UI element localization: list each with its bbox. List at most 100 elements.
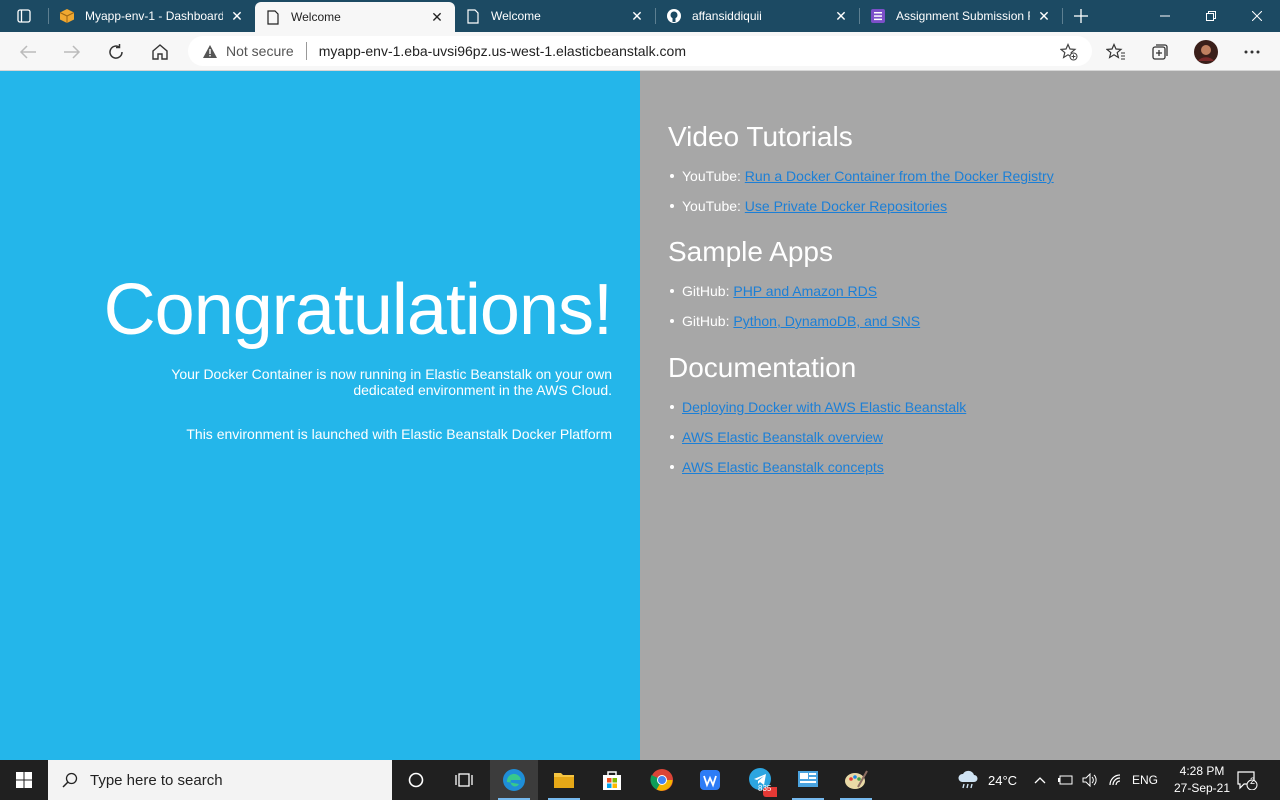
link-prefix: YouTube: [682, 198, 745, 214]
sample-app-link[interactable]: Python, DynamoDB, and SNS [733, 313, 920, 329]
refresh-button[interactable] [102, 38, 130, 66]
notification-center[interactable]: 2 [1236, 760, 1258, 800]
tab-welcome[interactable]: Welcome ✕ [455, 0, 655, 32]
list-item: Deploying Docker with AWS Elastic Beanst… [669, 399, 966, 429]
tab-github[interactable]: affansiddiquii ✕ [656, 0, 859, 32]
clock[interactable]: 4:28 PM 27-Sep-21 [1172, 763, 1232, 797]
favorites-button[interactable] [1102, 38, 1130, 66]
battery-icon [1058, 775, 1073, 785]
task-view-icon [455, 773, 473, 787]
link-prefix: YouTube: [682, 168, 745, 184]
avatar [1194, 40, 1218, 64]
new-tab-button[interactable] [1063, 0, 1099, 32]
forms-icon [870, 8, 886, 24]
taskbar-store[interactable] [588, 760, 636, 800]
back-button[interactable] [14, 38, 42, 66]
close-tab-icon[interactable]: ✕ [1036, 8, 1052, 24]
close-tab-icon[interactable]: ✕ [629, 8, 645, 24]
paint-icon [845, 770, 868, 789]
tutorial-link[interactable]: Run a Docker Container from the Docker R… [745, 168, 1054, 184]
tab-label: affansiddiquii [692, 9, 762, 23]
minimize-button[interactable] [1142, 0, 1188, 32]
url-text[interactable]: myapp-env-1.eba-uvsi96pz.us-west-1.elast… [319, 43, 686, 59]
security-status[interactable]: Not secure [226, 43, 294, 59]
documentation-link[interactable]: Deploying Docker with AWS Elastic Beanst… [682, 399, 966, 415]
more-icon [1244, 50, 1260, 54]
taskbar-edge[interactable] [490, 760, 538, 800]
sample-app-link[interactable]: PHP and Amazon RDS [733, 283, 877, 299]
documentation-list: Deploying Docker with AWS Elastic Beanst… [669, 399, 966, 489]
right-panel: Video Tutorials YouTube: Run a Docker Co… [640, 71, 1280, 760]
link-prefix: GitHub: [682, 313, 734, 329]
left-panel: Congratulations! Your Docker Container i… [0, 71, 640, 760]
close-tab-icon[interactable]: ✕ [229, 8, 245, 24]
home-button[interactable] [146, 38, 174, 66]
control-panel-icon [798, 771, 818, 787]
task-view-button[interactable] [440, 760, 488, 800]
list-item: YouTube: Run a Docker Container from the… [670, 168, 1054, 198]
close-tab-icon[interactable]: ✕ [833, 8, 849, 24]
weather-temp: 24°C [988, 772, 1018, 788]
link-prefix: GitHub: [682, 283, 734, 299]
restore-button[interactable] [1188, 0, 1234, 32]
taskbar-wps[interactable] [686, 760, 734, 800]
arrow-right-icon [64, 45, 81, 59]
documentation-link[interactable]: AWS Elastic Beanstalk overview [682, 429, 883, 445]
language-indicator[interactable]: ENG [1132, 760, 1158, 800]
taskbar-file-explorer[interactable] [540, 760, 588, 800]
section-title: Video Tutorials [668, 121, 853, 152]
list-item: AWS Elastic Beanstalk concepts [669, 459, 966, 489]
documentation-link[interactable]: AWS Elastic Beanstalk concepts [682, 459, 884, 475]
intro-paragraph: Your Docker Container is now running in … [171, 366, 612, 398]
taskbar-chrome[interactable] [638, 760, 686, 800]
start-button[interactable] [0, 760, 48, 800]
tab-label: Welcome [491, 9, 541, 23]
page-title: Congratulations! [103, 270, 613, 350]
settings-more-button[interactable] [1238, 38, 1266, 66]
tab-actions-button[interactable] [0, 0, 48, 32]
navigation-bar: Not secure myapp-env-1.eba-uvsi96pz.us-w… [0, 32, 1280, 71]
favorites-icon [1106, 43, 1125, 60]
rain-cloud-icon [958, 770, 978, 789]
section-title: Documentation [668, 352, 857, 383]
folder-icon [554, 773, 574, 788]
profile-button[interactable] [1192, 38, 1220, 66]
collections-icon [1152, 44, 1168, 60]
search-placeholder[interactable]: Type here to search [90, 772, 223, 789]
address-bar[interactable]: Not secure myapp-env-1.eba-uvsi96pz.us-w… [188, 36, 1092, 66]
arrow-left-icon [19, 45, 36, 59]
platform-paragraph: This environment is launched with Elasti… [186, 426, 612, 442]
show-hidden-icons[interactable] [1034, 760, 1046, 800]
close-tab-icon[interactable]: ✕ [429, 9, 445, 25]
warning-icon[interactable] [202, 43, 218, 59]
tutorial-link[interactable]: Use Private Docker Repositories [745, 198, 947, 214]
plus-icon [1074, 9, 1088, 23]
add-favorite-icon[interactable] [1059, 43, 1078, 61]
tab-forms[interactable]: Assignment Submission Fo ✕ [860, 0, 1062, 32]
list-item: AWS Elastic Beanstalk overview [669, 429, 966, 459]
tab-actions-icon [17, 9, 31, 23]
chrome-icon [650, 769, 673, 791]
forward-button[interactable] [58, 38, 86, 66]
network-indicator[interactable] [1108, 760, 1124, 800]
taskbar-search[interactable]: Type here to search [48, 760, 392, 800]
github-icon [666, 8, 682, 24]
page-icon [465, 8, 481, 24]
close-window-button[interactable] [1234, 0, 1280, 32]
battery-indicator[interactable] [1058, 760, 1074, 800]
page-icon [265, 9, 281, 25]
notification-count: 2 [1250, 776, 1256, 786]
wifi-icon [1109, 774, 1121, 786]
list-item: GitHub: Python, DynamoDB, and SNS [669, 313, 920, 343]
clock-date: 27-Sep-21 [1173, 781, 1231, 795]
taskbar: Type here to search 835 24°C ENG 4:28 PM… [0, 760, 1280, 800]
tab-welcome-active[interactable]: Welcome ✕ [255, 2, 455, 32]
weather-widget[interactable]: 24°C [956, 760, 1017, 800]
task-view-button[interactable] [392, 760, 440, 800]
tab-dashboard[interactable]: Myapp-env-1 - Dashboard ✕ [49, 0, 255, 32]
taskbar-telegram[interactable]: 835 [736, 760, 784, 800]
taskbar-paint[interactable] [832, 760, 880, 800]
taskbar-control-panel[interactable] [784, 760, 832, 800]
collections-button[interactable] [1146, 38, 1174, 66]
volume-indicator[interactable] [1082, 760, 1098, 800]
